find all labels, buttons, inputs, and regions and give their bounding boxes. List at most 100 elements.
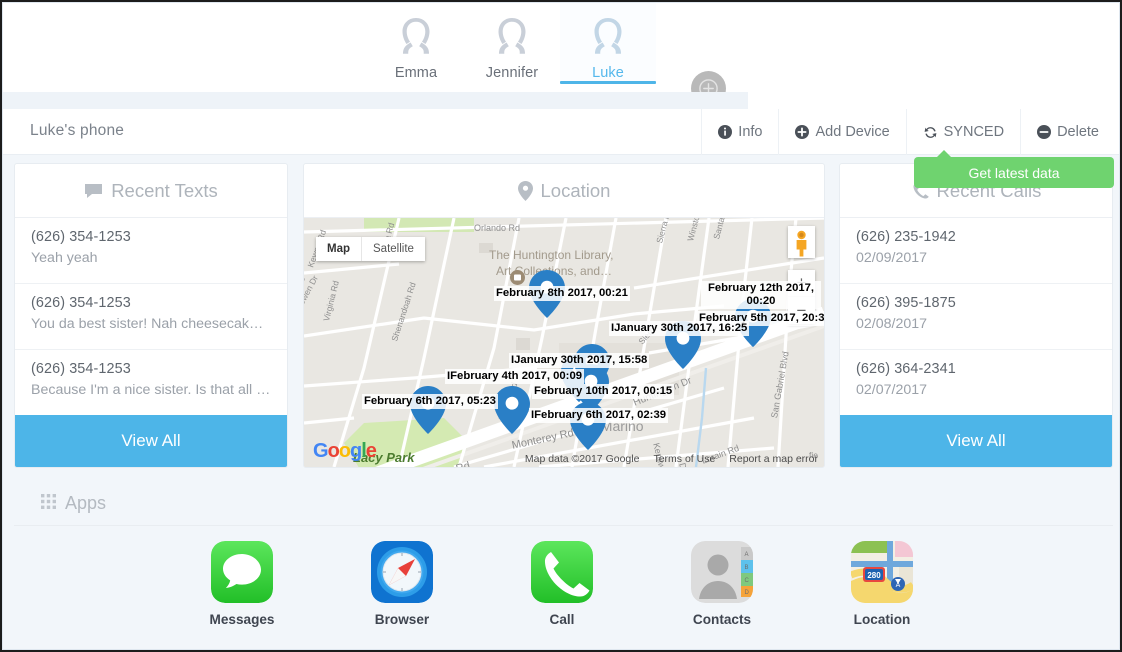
call-number: (626) 235-1942 bbox=[856, 229, 956, 245]
app-tile-location[interactable]: 280 A Location bbox=[822, 541, 942, 627]
person-avatar-icon bbox=[402, 18, 430, 54]
location-marker-pin[interactable] bbox=[529, 270, 565, 323]
text-message-row[interactable]: (626) 354-1253 You da best sister! Nah ch… bbox=[15, 284, 287, 350]
recent-texts-title: Recent Texts bbox=[111, 179, 218, 201]
map-street-label: The Huntington Library, bbox=[489, 248, 614, 262]
call-date: 02/09/2017 bbox=[856, 250, 928, 266]
safari-compass-app-icon bbox=[371, 541, 433, 603]
text-message-preview: Because I'm a nice sister. Is that all y… bbox=[31, 382, 271, 398]
apps-section-header: Apps bbox=[14, 481, 1113, 526]
contacts-app-icon: A B CD bbox=[691, 541, 753, 603]
call-number: (626) 395-1875 bbox=[856, 295, 956, 311]
svg-text:280: 280 bbox=[867, 571, 881, 580]
person-avatar-icon bbox=[594, 18, 622, 54]
location-marker-pin[interactable] bbox=[410, 386, 446, 439]
recent-calls-list: (626) 235-1942 02/09/2017 (626) 395-1875 02… bbox=[840, 218, 1112, 416]
get-latest-data-tooltip: Get latest data bbox=[914, 150, 1114, 188]
tabbar-notch bbox=[748, 92, 1119, 109]
device-action-add-device[interactable]: Add Device bbox=[778, 109, 905, 155]
person-avatar-icon bbox=[368, 16, 464, 63]
call-date: 02/07/2017 bbox=[856, 382, 928, 398]
map-type-switcher[interactable]: Map Satellite bbox=[316, 237, 425, 261]
call-log-row[interactable]: (626) 395-1875 02/08/2017 bbox=[840, 284, 1112, 350]
svg-text:B: B bbox=[745, 565, 749, 571]
device-action-delete[interactable]: Delete bbox=[1020, 109, 1119, 155]
location-marker-pin[interactable] bbox=[570, 402, 606, 455]
app-tile-call[interactable]: Call bbox=[502, 541, 622, 627]
device-action-label: SYNCED bbox=[943, 124, 1005, 140]
app-tile-browser[interactable]: Browser bbox=[342, 541, 462, 627]
map-zoom-in-button[interactable]: + bbox=[788, 270, 815, 297]
svg-text:A: A bbox=[896, 582, 901, 589]
map-attribution: Map data ©2017 Google Terms of Use Report … bbox=[525, 453, 818, 465]
recent-calls-card: Recent Calls (626) 235-1942 02/09/2017 (62… bbox=[839, 163, 1113, 468]
google-logo-letter: g bbox=[350, 440, 362, 462]
google-logo: Google bbox=[313, 440, 377, 463]
map-zoom-controls[interactable]: + − bbox=[788, 270, 815, 324]
device-action-label: Delete bbox=[1057, 124, 1099, 140]
app-tile-label: Browser bbox=[374, 612, 430, 627]
call-log-row[interactable]: (626) 235-1942 02/09/2017 bbox=[840, 218, 1112, 284]
messages-app-icon bbox=[211, 541, 273, 603]
info-circle-icon bbox=[718, 125, 733, 139]
location-title: Location bbox=[540, 179, 611, 201]
device-action-label: Add Device bbox=[815, 124, 890, 140]
map-type-map-button[interactable]: Map bbox=[316, 237, 361, 261]
person-avatar-icon bbox=[464, 16, 560, 63]
map-attribution-item[interactable]: Report a map error bbox=[729, 453, 818, 465]
recent-texts-view-all-button[interactable]: View All bbox=[15, 415, 287, 467]
profile-tab-label: Emma bbox=[394, 65, 438, 81]
tooltip-text: Get latest data bbox=[968, 164, 1060, 181]
google-map[interactable]: Orlando Rd The Huntington Library, Art Col… bbox=[304, 218, 824, 467]
maps-app-icon: 280 A bbox=[851, 541, 913, 603]
text-sender-number: (626) 354-1253 bbox=[31, 361, 131, 377]
profile-tab-label: Jennifer bbox=[485, 65, 539, 81]
person-avatar-icon bbox=[560, 16, 656, 63]
sync-refresh-icon bbox=[923, 125, 938, 140]
plus-circle-icon bbox=[795, 125, 810, 139]
map-pin-icon bbox=[517, 180, 533, 201]
recent-texts-card: Recent Texts (626) 354-1253 Yeah yeah (626… bbox=[14, 163, 288, 468]
person-avatar-icon bbox=[498, 18, 526, 54]
app-tile-label: Contacts bbox=[692, 612, 752, 627]
apps-grid: Messages Browser Call A B C D Contacts 280 A Locat… bbox=[3, 526, 1119, 649]
text-message-preview: Yeah yeah bbox=[31, 250, 98, 266]
app-tile-messages[interactable]: Messages bbox=[182, 541, 302, 627]
recent-texts-header: Recent Texts bbox=[15, 164, 287, 218]
device-action-synced[interactable]: SYNCED bbox=[905, 109, 1020, 155]
location-marker-pin[interactable] bbox=[665, 321, 701, 374]
google-logo-letter: o bbox=[327, 440, 340, 462]
profile-tab-jennifer[interactable]: Jennifer bbox=[464, 3, 560, 81]
profile-tab-emma[interactable]: Emma bbox=[368, 3, 464, 81]
google-logo-letter: o bbox=[338, 440, 351, 462]
museum-poi-icon bbox=[510, 270, 525, 290]
location-header: Location bbox=[304, 164, 824, 218]
location-marker-pin[interactable] bbox=[494, 386, 530, 439]
text-message-row[interactable]: (626) 354-1253 Yeah yeah bbox=[15, 218, 287, 284]
text-message-row[interactable]: (626) 354-1253 Because I'm a nice sister.… bbox=[15, 350, 287, 416]
phone-app-icon bbox=[531, 541, 593, 603]
svg-text:D: D bbox=[745, 590, 750, 596]
device-action-info[interactable]: Info bbox=[701, 109, 778, 155]
map-attribution-item[interactable]: Terms of Use bbox=[653, 453, 715, 465]
svg-text:A: A bbox=[745, 552, 749, 558]
map-type-satellite-button[interactable]: Satellite bbox=[361, 237, 425, 261]
device-actions: Info Add Device SYNCED Delete bbox=[701, 109, 1119, 155]
text-sender-number: (626) 354-1253 bbox=[31, 295, 131, 311]
speech-bubble-icon bbox=[84, 183, 103, 199]
map-zoom-out-button[interactable]: − bbox=[788, 297, 815, 324]
app-tile-label: Location bbox=[853, 612, 911, 627]
call-log-row[interactable]: (626) 364-2341 02/07/2017 bbox=[840, 350, 1112, 416]
recent-texts-list: (626) 354-1253 Yeah yeah (626) 354-1253 You… bbox=[15, 218, 287, 416]
street-view-pegman-icon[interactable] bbox=[788, 226, 815, 258]
profile-tab-luke[interactable]: Luke bbox=[560, 3, 656, 84]
device-name-label: Luke's phone bbox=[30, 122, 125, 139]
tabbar-gap-strip bbox=[3, 92, 1119, 109]
app-tile-contacts[interactable]: A B C D Contacts bbox=[662, 541, 782, 627]
location-marker-pin[interactable] bbox=[735, 299, 771, 352]
recent-calls-view-all-button[interactable]: View All bbox=[840, 415, 1112, 467]
call-number: (626) 364-2341 bbox=[856, 361, 956, 377]
profile-tab-label: Luke bbox=[592, 65, 624, 81]
profile-tab-bar: Emma Jennifer Luke bbox=[3, 3, 1119, 106]
location-card: Location Orlando Rd The Huntington Libra… bbox=[303, 163, 825, 468]
